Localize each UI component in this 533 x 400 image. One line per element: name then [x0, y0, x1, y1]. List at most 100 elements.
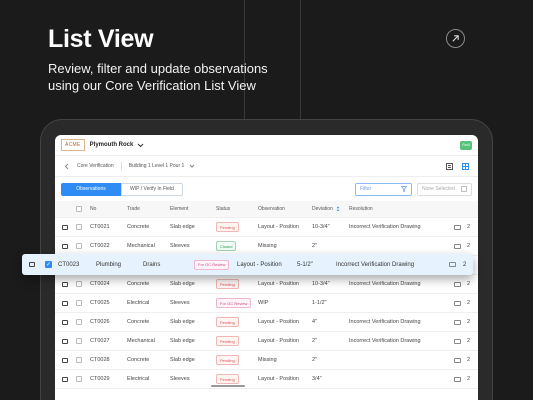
row-trade: Mechanical — [127, 243, 155, 249]
row-status: Pending — [216, 332, 239, 350]
avatar[interactable]: RedI — [460, 140, 472, 150]
row-checkbox[interactable] — [76, 218, 82, 236]
row-element: Slab edge — [170, 319, 195, 325]
row-number: CT0022 — [90, 243, 110, 249]
table-row[interactable]: CT0027 Mechanical Slab edge Pending Layout -… — [55, 332, 478, 351]
row-deviation: 2" — [312, 357, 318, 363]
row-trade: Concrete — [127, 357, 150, 363]
select-all-checkbox[interactable] — [76, 201, 82, 217]
status-badge: Pending — [216, 279, 239, 289]
column-header-no[interactable]: No — [90, 201, 96, 217]
selection-menu[interactable]: None Selected — [417, 182, 472, 196]
sort-icon[interactable] — [336, 206, 340, 212]
row-checkbox[interactable] — [76, 237, 82, 255]
table-row[interactable]: CT0021 Concrete Slab edge Pending Layout - P… — [55, 218, 478, 237]
screen-icon — [62, 275, 68, 293]
chevron-left-icon[interactable] — [64, 163, 69, 170]
filter-input[interactable]: Filter — [355, 182, 412, 196]
comment-icon[interactable] — [454, 237, 461, 255]
status-badge: Pending — [216, 355, 239, 365]
bulk-action-icon — [461, 186, 467, 192]
table-row[interactable]: CT0025 Electrical Sleeves For GC Review WIP 1… — [55, 294, 478, 313]
selected-table-row[interactable]: ✓ CT0023 Plumbing Drains For GC Review L… — [22, 254, 473, 275]
row-resolution: Incorrect Verification Drawing — [349, 338, 421, 344]
tab-wip-verify[interactable]: WIP / Verify In Field — [121, 182, 183, 196]
comment-count: 2 — [467, 338, 471, 344]
scrollbar[interactable] — [211, 385, 245, 387]
row-checkbox[interactable] — [76, 351, 82, 369]
row-checkbox-checked[interactable]: ✓ — [45, 254, 52, 275]
breadcrumb-divider — [120, 162, 122, 170]
status-badge: Closed — [216, 241, 237, 251]
row-number: CT0026 — [90, 319, 110, 325]
comment-icon[interactable] — [454, 275, 461, 293]
row-checkbox[interactable] — [76, 332, 82, 350]
status-badge: For GC Review — [216, 298, 252, 308]
row-number: CT0027 — [90, 338, 110, 344]
table-row[interactable]: CT0029 Electrical Sleeves Pending Layout - P… — [55, 370, 478, 389]
screen-icon — [62, 370, 68, 388]
row-deviation: 4" — [312, 319, 318, 325]
column-header-status[interactable]: Status — [216, 201, 230, 217]
row-trade: Plumbing — [96, 261, 122, 268]
column-header-trade[interactable]: Trade — [127, 201, 140, 217]
project-selector[interactable]: Plymouth Rock — [90, 142, 134, 148]
row-element: Sleeves — [170, 243, 190, 249]
column-header-observation[interactable]: Observation — [258, 201, 285, 217]
row-trade: Concrete — [127, 224, 150, 230]
breadcrumb-location[interactable]: Building 1 Level 1 Pour 1 — [129, 163, 185, 169]
row-observation: Layout - Position — [237, 261, 282, 268]
document-icon[interactable] — [446, 162, 453, 170]
status-badge: Pending — [216, 222, 239, 232]
table-header-row: No Trade Element Status Observation Devi… — [55, 201, 478, 218]
column-header-resolution[interactable]: Resolution — [349, 201, 373, 217]
row-number: CT0029 — [90, 376, 110, 382]
screen-icon — [62, 218, 68, 236]
comment-count: 2 — [467, 300, 471, 306]
hero-title: List View — [48, 25, 154, 53]
comment-icon[interactable] — [454, 351, 461, 369]
row-number: CT0023 — [58, 261, 80, 268]
selection-label: None Selected — [422, 186, 455, 192]
row-status: Pending — [216, 275, 239, 293]
row-element: Slab edge — [170, 357, 195, 363]
row-checkbox[interactable] — [76, 370, 82, 388]
comment-icon[interactable] — [454, 218, 461, 236]
list-toolbar: Observations WIP / Verify In Field Filte… — [55, 177, 478, 201]
comment-icon[interactable] — [454, 313, 461, 331]
observations-table: No Trade Element Status Observation Devi… — [55, 201, 478, 389]
row-trade: Mechanical — [127, 338, 155, 344]
row-number: CT0025 — [90, 300, 110, 306]
row-resolution: Incorrect Verification Drawing — [349, 281, 421, 287]
row-trade: Electrical — [127, 300, 150, 306]
comment-icon[interactable] — [454, 370, 461, 388]
table-row[interactable]: CT0024 Concrete Slab edge Pending Layout - P… — [55, 275, 478, 294]
column-header-element[interactable]: Element — [170, 201, 188, 217]
grid-icon[interactable] — [462, 162, 469, 170]
comment-icon[interactable] — [449, 254, 456, 275]
row-observation: Missing — [258, 357, 277, 363]
screen-icon — [62, 332, 68, 350]
chevron-down-icon[interactable] — [137, 143, 144, 148]
tab-observations[interactable]: Observations — [61, 182, 121, 196]
funnel-icon — [401, 186, 407, 192]
comment-count: 2 — [467, 319, 471, 325]
screen-icon — [29, 254, 35, 275]
chevron-down-icon[interactable] — [189, 164, 195, 168]
row-checkbox[interactable] — [76, 313, 82, 331]
arrow-up-right-icon[interactable] — [446, 29, 465, 48]
comment-icon[interactable] — [454, 294, 461, 312]
table-row[interactable]: CT0026 Concrete Slab edge Pending Layout - P… — [55, 313, 478, 332]
comment-icon[interactable] — [454, 332, 461, 350]
row-checkbox[interactable] — [76, 294, 82, 312]
breadcrumb-section[interactable]: Core Verification — [77, 163, 114, 169]
row-status: For GC Review — [216, 294, 252, 312]
row-status: Pending — [216, 351, 239, 369]
row-checkbox[interactable] — [76, 275, 82, 293]
row-number: CT0024 — [90, 281, 110, 287]
column-header-deviation[interactable]: Deviation — [312, 201, 340, 217]
row-resolution: Incorrect Verification Drawing — [336, 261, 415, 268]
row-element: Slab edge — [170, 281, 195, 287]
table-row[interactable]: CT0028 Concrete Slab edge Pending Missing 2" 2 — [55, 351, 478, 370]
company-logo: ACME — [61, 139, 85, 151]
